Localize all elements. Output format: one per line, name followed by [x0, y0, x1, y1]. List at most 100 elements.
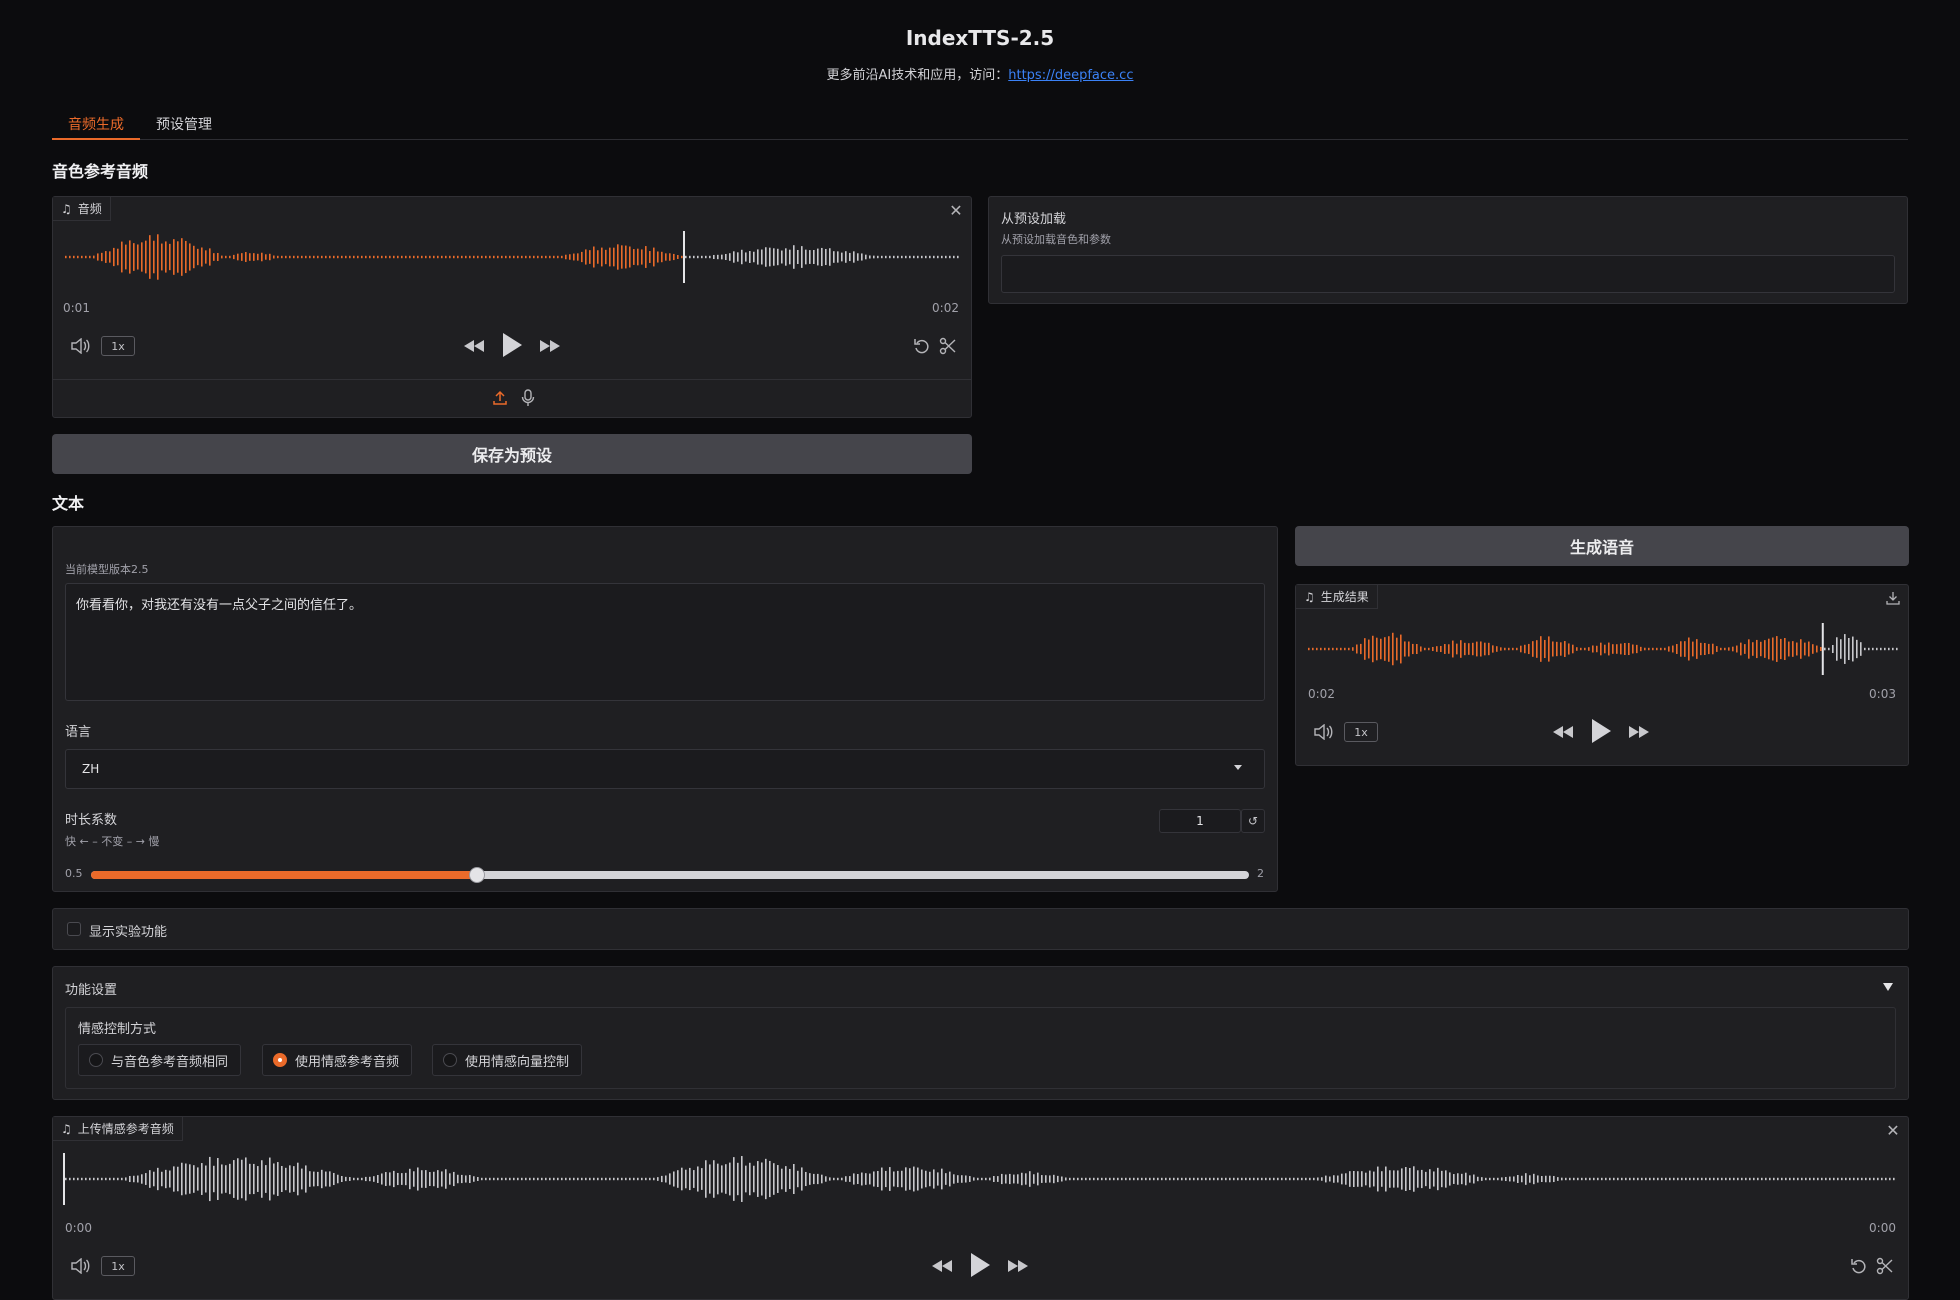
undo-icon[interactable] — [1848, 1255, 1870, 1277]
emotion-option-reference-audio[interactable]: 使用情感参考音频 — [262, 1044, 413, 1076]
fast-forward-icon[interactable] — [1626, 721, 1652, 743]
play-icon[interactable] — [1588, 717, 1614, 745]
volume-icon[interactable] — [1312, 721, 1334, 743]
triangle-down-icon[interactable] — [1880, 979, 1896, 995]
tab-bar: 音频生成 预设管理 — [52, 110, 1908, 140]
waveform-bar — [137, 1175, 139, 1183]
waveform-bar — [1876, 647, 1878, 651]
subtitle-link[interactable]: https://deepface.cc — [1008, 68, 1133, 83]
waveform-bar — [577, 253, 579, 261]
generate-speech-button[interactable]: 生成语音 — [1295, 526, 1909, 566]
waveform-bar — [709, 1164, 711, 1194]
save-preset-button[interactable]: 保存为预设 — [52, 434, 972, 474]
rewind-icon[interactable] — [929, 1255, 955, 1277]
experimental-checkbox[interactable] — [67, 922, 81, 936]
play-icon[interactable] — [967, 1251, 993, 1279]
waveform-bar — [997, 1176, 999, 1182]
reference-playback-rate[interactable]: 1x — [101, 336, 135, 356]
duration-number-input[interactable]: 1 — [1159, 809, 1241, 833]
reference-waveform[interactable] — [63, 227, 963, 287]
waveform-bar — [941, 255, 943, 259]
waveform-bar — [729, 1162, 731, 1196]
waveform-bar — [889, 255, 891, 259]
tab-audio-generation[interactable]: 音频生成 — [52, 110, 140, 140]
preset-select[interactable] — [1001, 255, 1895, 293]
upload-icon[interactable] — [489, 387, 511, 409]
fast-forward-icon[interactable] — [537, 335, 563, 357]
waveform-bar — [1852, 636, 1854, 662]
volume-icon[interactable] — [69, 1255, 91, 1277]
playhead[interactable] — [63, 1153, 65, 1205]
waveform-bar — [1404, 641, 1406, 657]
language-select[interactable]: ZH — [65, 749, 1265, 789]
close-icon[interactable]: ✕ — [947, 201, 965, 220]
rewind-icon[interactable] — [1550, 721, 1576, 743]
playhead[interactable] — [683, 231, 685, 283]
waveform-bar — [1413, 1166, 1415, 1192]
waveform-bar — [765, 247, 767, 267]
waveform-bar — [1480, 641, 1482, 657]
waveform-bar — [1329, 1176, 1331, 1182]
waveform-bar — [1448, 644, 1450, 654]
rewind-icon[interactable] — [461, 335, 487, 357]
text-input[interactable]: 你看看你，对我还有没有一点父子之间的信任了。 — [65, 583, 1265, 701]
waveform-bar — [373, 255, 375, 259]
waveform-bar — [1805, 1177, 1807, 1181]
waveform-bar — [1553, 1175, 1555, 1183]
preset-load-panel: 从预设加载 从预设加载音色和参数 — [988, 196, 1908, 304]
waveform-bar — [97, 253, 99, 261]
waveform-bar — [261, 1160, 263, 1198]
emotion-waveform[interactable] — [63, 1149, 1897, 1209]
duration-slider[interactable] — [91, 867, 1249, 883]
waveform-bar — [741, 1156, 743, 1202]
waveform-bar — [1352, 647, 1354, 651]
close-icon[interactable]: ✕ — [1884, 1121, 1902, 1140]
waveform-bar — [1113, 1177, 1115, 1181]
waveform-bar — [1333, 1175, 1335, 1183]
waveform-bar — [1029, 1171, 1031, 1187]
result-waveform[interactable] — [1306, 619, 1900, 679]
microphone-icon[interactable] — [517, 387, 539, 409]
fast-forward-icon[interactable] — [1005, 1255, 1031, 1277]
waveform-bar — [773, 1163, 775, 1195]
download-icon[interactable] — [1884, 589, 1902, 607]
waveform-bar — [1245, 1177, 1247, 1181]
reset-icon[interactable]: ↺ — [1241, 809, 1265, 833]
waveform-bar — [969, 1176, 971, 1182]
result-playback-rate[interactable]: 1x — [1344, 722, 1378, 742]
waveform-bar — [381, 255, 383, 259]
tab-preset-management[interactable]: 预设管理 — [140, 110, 228, 140]
emotion-option-same-as-reference[interactable]: 与音色参考音频相同 — [78, 1044, 242, 1076]
waveform-bar — [221, 255, 223, 259]
waveform-bar — [1340, 647, 1342, 651]
emotion-playback-rate[interactable]: 1x — [101, 1256, 135, 1276]
undo-icon[interactable] — [911, 335, 933, 357]
waveform-bar — [689, 1167, 691, 1191]
waveform-bar — [841, 1177, 843, 1181]
waveform-bar — [469, 255, 471, 259]
waveform-bar — [1792, 641, 1794, 657]
waveform-bar — [289, 1165, 291, 1193]
emotion-option-vector-control[interactable]: 使用情感向量控制 — [432, 1044, 583, 1076]
waveform-bar — [1808, 641, 1810, 657]
waveform-bar — [1660, 647, 1662, 651]
waveform-bar — [1077, 1177, 1079, 1181]
scissors-icon[interactable] — [1874, 1255, 1896, 1277]
waveform-bar — [1501, 1177, 1503, 1181]
waveform-bar — [529, 255, 531, 259]
scissors-icon[interactable] — [937, 335, 959, 357]
volume-icon[interactable] — [69, 335, 91, 357]
waveform-bar — [1665, 1177, 1667, 1181]
waveform-bar — [545, 255, 547, 259]
waveform-bar — [1185, 1177, 1187, 1181]
waveform-bar — [1725, 1177, 1727, 1181]
playhead[interactable] — [1821, 623, 1824, 675]
duration-slider-thumb[interactable] — [468, 867, 485, 883]
waveform-bar — [577, 1177, 579, 1181]
waveform-bar — [1892, 647, 1894, 651]
waveform-bar — [1569, 1177, 1571, 1181]
play-icon[interactable] — [499, 331, 525, 359]
waveform-bar — [413, 1171, 415, 1187]
waveform-bar — [129, 1175, 131, 1183]
waveform-bar — [153, 240, 155, 274]
